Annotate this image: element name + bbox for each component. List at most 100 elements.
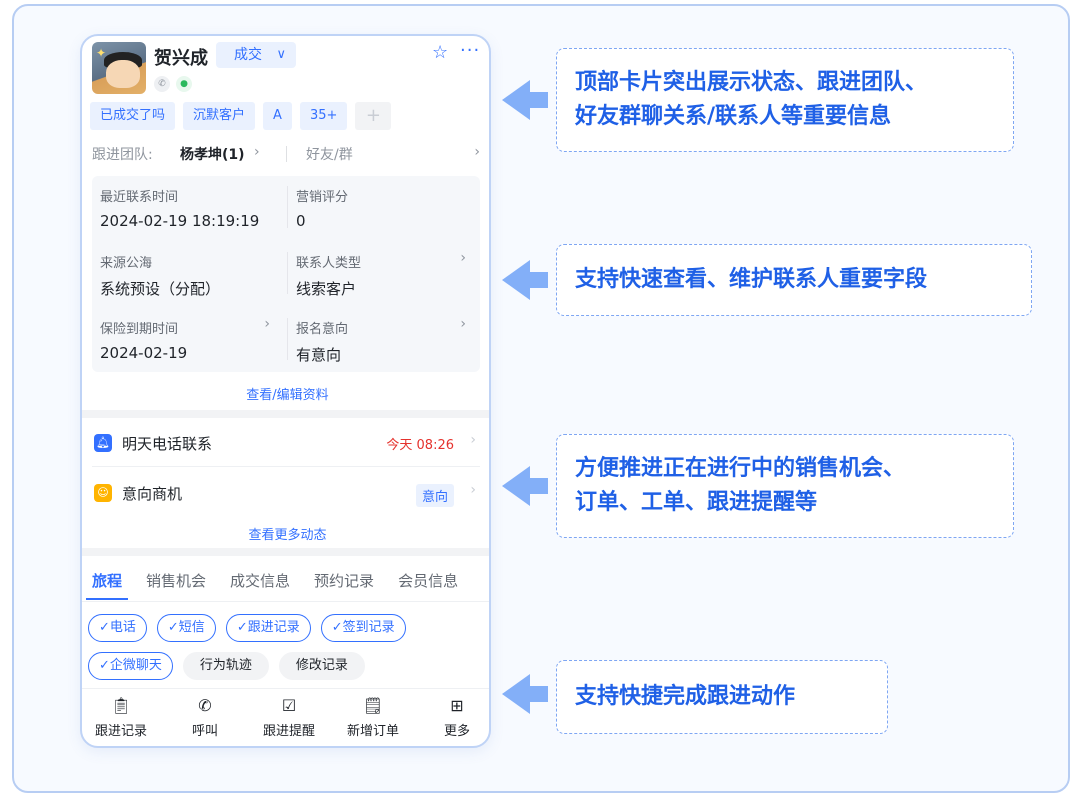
field-marketing-score: 营销评分 0: [288, 176, 474, 238]
opportunity-icon: ☺: [94, 484, 112, 502]
divider: [82, 688, 489, 689]
star-icon[interactable]: ☆: [432, 42, 448, 63]
clipboard-icon: 📋︎: [110, 696, 132, 715]
action-label: 跟进记录: [94, 724, 147, 739]
field-label: 最近联系时间: [100, 190, 179, 205]
divider: [286, 146, 287, 162]
stage-label: 成交: [234, 47, 262, 63]
section-gap: [82, 548, 489, 556]
team-value[interactable]: 杨孝坤(1): [180, 144, 245, 164]
filter-chip[interactable]: ✓短信: [156, 614, 216, 642]
callout-text: 顶部卡片突出展示状态、跟进团队、 好友群聊关系/联系人等重要信息: [575, 70, 928, 129]
field-signup-intent[interactable]: 报名意向 有意向 ›: [288, 308, 474, 370]
callout-text: 方便推进正在进行中的销售机会、 订单、工单、跟进提醒等: [575, 456, 906, 515]
divider: [287, 252, 288, 294]
avatar[interactable]: ✦: [92, 42, 146, 94]
arrow-left-icon: [502, 466, 548, 506]
phone-icon[interactable]: ✆: [154, 76, 170, 92]
field-label: 联系人类型: [296, 256, 362, 271]
more-activities-link[interactable]: 查看更多动态: [82, 524, 489, 543]
activity-reminder[interactable]: 🔔︎ 明天电话联系 今天 08:26 ›: [92, 420, 480, 466]
field-last-contact: 最近联系时间 2024-02-19 18:19:19: [92, 176, 278, 238]
add-order-button[interactable]: 🗒︎ 新增订单: [334, 694, 412, 739]
filter-chip[interactable]: 行为轨迹: [182, 652, 269, 680]
bell-icon: 🔔︎: [94, 434, 112, 452]
field-label: 来源公海: [100, 256, 153, 271]
action-label: 更多: [443, 724, 470, 739]
field-value: 有意向: [296, 346, 342, 364]
callout-top-card: 顶部卡片突出展示状态、跟进团队、 好友群聊关系/联系人等重要信息: [556, 48, 1014, 152]
key-fields-panel: 最近联系时间 2024-02-19 18:19:19 营销评分 0 来源公海 系…: [92, 176, 480, 372]
chevron-right-icon: ›: [460, 316, 466, 332]
tag[interactable]: 已成交了吗: [90, 102, 176, 130]
divider: [82, 601, 489, 602]
field-source: 来源公海 系统预设（分配）: [92, 242, 278, 304]
filter-chips-row: ✓电话 ✓短信 ✓跟进记录 ✓签到记录: [88, 614, 488, 642]
follow-record-button[interactable]: 📋︎ 跟进记录: [82, 694, 160, 739]
chevron-right-icon[interactable]: ›: [254, 144, 260, 160]
view-edit-profile-link[interactable]: 查看/编辑资料: [82, 384, 489, 403]
filter-chip[interactable]: 修改记录: [278, 652, 365, 680]
status-badge: 意向: [415, 484, 454, 507]
tag[interactable]: A: [263, 102, 292, 130]
callout-opportunities: 方便推进正在进行中的销售机会、 订单、工单、跟进提醒等: [556, 434, 1014, 538]
tag-list: 已成交了吗 沉默客户 A 35+ +: [90, 102, 392, 130]
tab-sales-opportunity[interactable]: 销售机会: [146, 570, 206, 600]
grid-icon: ⊞: [450, 696, 464, 715]
more-button[interactable]: ⊞ 更多: [418, 694, 489, 739]
order-add-icon: 🗒︎: [362, 696, 384, 715]
activity-title: 意向商机: [122, 485, 183, 503]
section-gap: [82, 410, 489, 418]
filter-chip[interactable]: ✓企微聊天: [88, 652, 173, 680]
chevron-right-icon: ›: [264, 316, 270, 332]
add-tag-button[interactable]: +: [355, 102, 392, 130]
more-icon[interactable]: ···: [460, 40, 480, 61]
wechat-icon[interactable]: ●: [176, 76, 192, 92]
field-value: 2024-02-19 18:19:19: [100, 212, 260, 230]
field-contact-type[interactable]: 联系人类型 线索客户 ›: [288, 242, 474, 304]
arrow-left-icon: [502, 260, 548, 300]
team-row: 跟进团队: 杨孝坤(1) › 好友/群 ›: [92, 144, 480, 166]
field-value: 线索客户: [296, 280, 357, 298]
arrow-left-icon: [502, 674, 548, 714]
callout-text: 支持快捷完成跟进动作: [575, 684, 796, 709]
filter-chip[interactable]: ✓电话: [88, 614, 147, 642]
filter-chip[interactable]: ✓跟进记录: [225, 614, 311, 642]
filter-chip[interactable]: ✓签到记录: [320, 614, 406, 642]
tag[interactable]: 35+: [299, 102, 348, 130]
follow-reminder-button[interactable]: ☑ 跟进提醒: [250, 694, 328, 739]
tab-deal-info[interactable]: 成交信息: [230, 570, 290, 600]
phone-screen: ✦ 贺兴成 成交 ∨ ☆ ··· ✆ ● 已成交了吗 沉默客户 A 35+ + …: [80, 34, 491, 748]
activity-time: 今天 08:26: [386, 438, 454, 453]
callout-quick-actions: 支持快捷完成跟进动作: [556, 660, 888, 734]
tab-bar: 旅程 销售机会 成交信息 预约记录 会员信息: [85, 570, 482, 600]
field-value: 系统预设（分配）: [100, 280, 221, 298]
calendar-check-icon: ☑: [281, 696, 297, 715]
activity-opportunity[interactable]: ☺ 意向商机 意向 ›: [92, 470, 480, 516]
team-label: 跟进团队:: [92, 147, 153, 163]
arrow-left-icon: [502, 80, 548, 120]
field-value: 2024-02-19: [100, 344, 188, 362]
field-value: 0: [296, 212, 306, 230]
friends-groups-link[interactable]: 好友/群: [306, 144, 353, 164]
chevron-down-icon: ∨: [276, 47, 286, 62]
tab-member-info[interactable]: 会员信息: [398, 570, 458, 600]
tag[interactable]: 沉默客户: [183, 102, 256, 130]
chevron-right-icon: ›: [470, 432, 476, 448]
tab-appointments[interactable]: 预约记录: [314, 570, 374, 600]
filter-chips-row: ✓企微聊天 行为轨迹 修改记录: [88, 652, 488, 680]
stage-dropdown[interactable]: 成交 ∨: [216, 42, 296, 68]
divider: [287, 186, 288, 228]
contact-name: 贺兴成: [154, 48, 208, 69]
chevron-right-icon[interactable]: ›: [474, 144, 480, 160]
call-button[interactable]: ✆ 呼叫: [166, 694, 244, 739]
bottom-action-bar: 📋︎ 跟进记录 ✆ 呼叫 ☑ 跟进提醒 🗒︎ 新增订单 ⊞ 更多: [82, 694, 489, 744]
action-label: 呼叫: [191, 724, 218, 739]
divider: [287, 318, 288, 360]
tab-journey[interactable]: 旅程: [85, 570, 129, 600]
action-label: 跟进提醒: [262, 724, 315, 739]
field-insurance-expiry[interactable]: 保险到期时间 2024-02-19 ›: [92, 308, 278, 370]
field-label: 营销评分: [296, 190, 349, 205]
divider: [92, 466, 480, 467]
chevron-right-icon: ›: [460, 250, 466, 266]
